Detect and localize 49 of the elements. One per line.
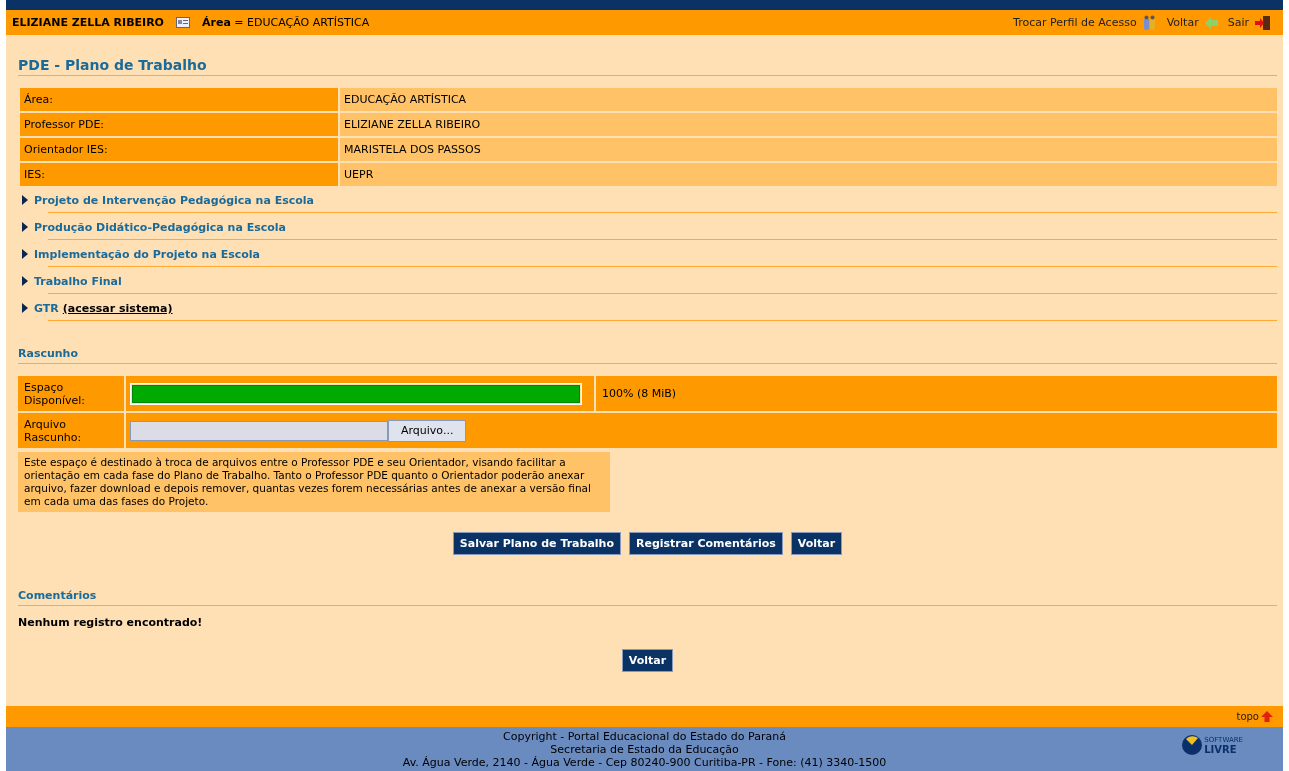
back-button[interactable]: Voltar (621, 649, 674, 672)
footer-text: Av. Água Verde, 2140 - Água Verde - Cep 80240-900 Curitiba-PR - Fone: (41) 3340-1500 (402, 756, 887, 769)
arrow-up-icon (1261, 711, 1273, 722)
door-exit-icon (1255, 14, 1271, 31)
field-value: UEPR (340, 163, 1277, 186)
field-label: Espaço Disponível: (18, 376, 124, 411)
top-link[interactable]: Trocar Perfil de Acesso (1013, 16, 1137, 29)
area-text: Área = EDUCAÇÃO ARTÍSTICA (202, 16, 370, 29)
field-label: Orientador IES: (20, 138, 338, 161)
top-link[interactable]: Sair (1227, 16, 1249, 29)
triangle-right-icon (22, 276, 28, 286)
arrow-left-icon (1204, 16, 1218, 29)
file-input[interactable] (130, 420, 388, 441)
field-value: MARISTELA DOS PASSOS (340, 138, 1277, 161)
section-heading: Rascunho (18, 347, 1277, 364)
section-heading: Comentários (18, 589, 1277, 606)
triangle-right-icon (22, 249, 28, 259)
info-note: Este espaço é destinado à troca de arquivos entre o Professor PDE e seu Orientador, visando facilitar a orientação em cada fase do Plano de Trabalho. Tanto o Professor PDE quanto o Orientador poderão anexar arquivo, fazer download e depois remover, quantas vezes forem necessárias antes de anexar a versão final em cada uma das fases do Projeto. (18, 452, 610, 512)
action-button[interactable]: Salvar Plano de Trabalho (452, 532, 621, 555)
top-link[interactable]: topo (1236, 711, 1259, 722)
field-label: Arquivo Rascunho: (18, 413, 124, 448)
field-value: EDUCAÇÃO ARTÍSTICA (340, 88, 1277, 111)
browse-button[interactable]: Arquivo... (388, 419, 467, 442)
logo-icon (1182, 735, 1203, 755)
top-link[interactable]: Voltar (1166, 16, 1199, 29)
action-button[interactable]: Voltar (790, 532, 843, 555)
footer-text: Copyright - Portal Educacional do Estado do Paraná (502, 730, 787, 743)
page-title: PDE - Plano de Trabalho (18, 57, 1277, 76)
section-link[interactable]: Implementação do Projeto na Escola (34, 243, 261, 265)
triangle-right-icon (22, 303, 28, 313)
triangle-right-icon (22, 195, 28, 205)
section-link[interactable]: Projeto de Intervenção Pedagógica na Escola (34, 189, 315, 211)
people-icon (1142, 14, 1157, 31)
access-link[interactable]: (acessar sistema) (62, 301, 173, 315)
space-reading: 100% (8 MiB) (596, 376, 1277, 411)
footer-text: Secretaria de Estado da Educação (549, 743, 740, 756)
logo-text: LIVRE (1204, 745, 1238, 754)
user-name: ELIZIANE ZELLA RIBEIRO (12, 16, 164, 29)
field-label: Área: (20, 88, 338, 111)
section-link[interactable]: Produção Didático-Pedagógica na Escola (34, 216, 287, 238)
section-link[interactable]: Trabalho Final (34, 270, 122, 292)
empty-message: Nenhum registro encontrado! (18, 616, 204, 629)
id-card-icon (176, 17, 190, 28)
triangle-right-icon (22, 222, 28, 232)
field-label: IES: (20, 163, 338, 186)
section-link[interactable]: GTR (34, 297, 59, 319)
field-value: ELIZIANE ZELLA RIBEIRO (340, 113, 1277, 136)
action-button[interactable]: Registrar Comentários (629, 532, 783, 555)
field-label: Professor PDE: (20, 113, 338, 136)
